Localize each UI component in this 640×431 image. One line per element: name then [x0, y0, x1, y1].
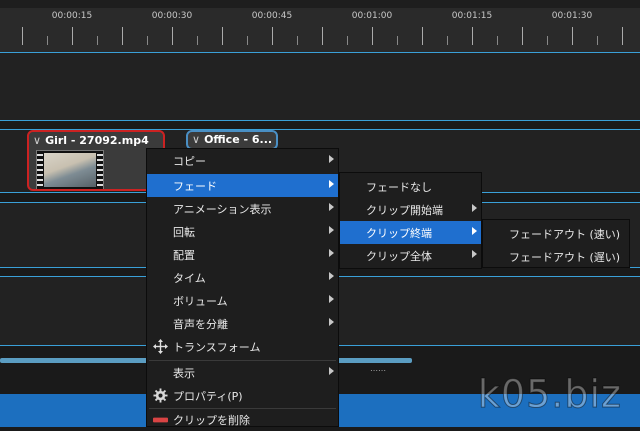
- ruler-major-tick: [522, 27, 523, 45]
- ruler-minor-tick: [297, 36, 298, 45]
- ruler-major-tick: [472, 27, 473, 45]
- submenu-arrow-icon: [329, 203, 334, 211]
- ruler-label: 00:01:30: [551, 11, 593, 21]
- ruler-major-tick: [222, 27, 223, 45]
- ruler-major-tick: [372, 27, 373, 45]
- ruler-minor-tick: [397, 36, 398, 45]
- menu-item-transform[interactable]: トランスフォーム: [147, 335, 338, 358]
- menu-item-copy[interactable]: コピー: [147, 149, 338, 172]
- ruler-major-tick: [572, 27, 573, 45]
- context-menu: コピー フェード アニメーション表示 回転 配置 タイム ボリューム 音声を分離…: [146, 148, 339, 427]
- submenu-item-clip-end[interactable]: クリップ終端: [340, 221, 481, 244]
- chevron-down-icon[interactable]: ∨: [33, 134, 41, 147]
- ruler-minor-tick: [497, 36, 498, 45]
- submenu-arrow-icon: [329, 155, 334, 163]
- ruler-minor-tick: [447, 36, 448, 45]
- submenu-item-fade-out-slow[interactable]: フェードアウト (遅い): [483, 245, 629, 268]
- timeline-ruler[interactable]: 00:00:15 00:00:30 00:00:45 00:01:00 00:0…: [0, 0, 640, 52]
- ruler-major-tick: [22, 27, 23, 45]
- ruler-label: 00:01:15: [451, 11, 493, 21]
- submenu-arrow-icon: [472, 204, 477, 212]
- menu-item-view[interactable]: 表示: [147, 361, 338, 384]
- clip-end-submenu: フェードアウト (速い) フェードアウト (遅い): [482, 219, 630, 268]
- menu-item-delete-clip[interactable]: クリップを削除: [147, 408, 338, 431]
- ruler-major-tick: [72, 27, 73, 45]
- menu-item-animation[interactable]: アニメーション表示: [147, 197, 338, 220]
- fade-submenu: フェードなし クリップ開始端 クリップ終端 クリップ全体: [339, 172, 482, 269]
- submenu-arrow-icon: [329, 180, 334, 188]
- watermark: k05.biz: [477, 372, 622, 417]
- delete-bar-icon: [153, 417, 168, 423]
- ruler-label: 00:00:15: [51, 11, 93, 21]
- ruler-major-tick: [622, 27, 623, 45]
- submenu-arrow-icon: [329, 249, 334, 257]
- ruler-minor-tick: [147, 36, 148, 45]
- thumbnail-image: [44, 153, 96, 187]
- menu-item-fade[interactable]: フェード: [147, 174, 338, 197]
- ruler-major-tick: [322, 27, 323, 45]
- submenu-arrow-icon: [329, 318, 334, 326]
- ruler-label: 00:00:30: [151, 11, 193, 21]
- menu-item-volume[interactable]: ボリューム: [147, 289, 338, 312]
- ruler-minor-tick: [197, 36, 198, 45]
- ruler-top-strip: [0, 0, 640, 8]
- ruler-minor-tick: [597, 36, 598, 45]
- ruler-minor-tick: [547, 36, 548, 45]
- submenu-arrow-icon: [329, 295, 334, 303]
- ruler-minor-tick: [347, 36, 348, 45]
- resize-grip-icon[interactable]: ⋯⋯: [370, 366, 386, 375]
- submenu-arrow-icon: [329, 226, 334, 234]
- filmstrip-edge: [97, 151, 103, 189]
- ruler-major-tick: [172, 27, 173, 45]
- submenu-arrow-icon: [472, 227, 477, 235]
- clip-thumbnail: [36, 150, 104, 189]
- submenu-item-whole-clip[interactable]: クリップ全体: [340, 244, 481, 267]
- ruler-label: 00:01:00: [351, 11, 393, 21]
- ruler-major-tick: [422, 27, 423, 45]
- gear-icon: [153, 388, 168, 403]
- submenu-item-no-fade[interactable]: フェードなし: [340, 175, 481, 198]
- menu-item-rotate[interactable]: 回転: [147, 220, 338, 243]
- menu-item-layout[interactable]: 配置: [147, 243, 338, 266]
- move-arrows-icon: [153, 339, 168, 354]
- menu-item-separate-audio[interactable]: 音声を分離: [147, 312, 338, 335]
- clip-title: ∨ Girl - 27092.mp4: [33, 134, 149, 147]
- ruler-minor-tick: [47, 36, 48, 45]
- submenu-arrow-icon: [329, 367, 334, 375]
- submenu-item-clip-start[interactable]: クリップ開始端: [340, 198, 481, 221]
- chevron-down-icon[interactable]: ∨: [192, 133, 200, 146]
- ruler-minor-tick: [247, 36, 248, 45]
- track-1[interactable]: [0, 52, 640, 121]
- submenu-item-fade-out-fast[interactable]: フェードアウト (速い): [483, 222, 629, 245]
- filmstrip-edge: [37, 151, 43, 189]
- menu-item-time[interactable]: タイム: [147, 266, 338, 289]
- submenu-arrow-icon: [472, 250, 477, 258]
- ruler-minor-tick: [97, 36, 98, 45]
- clip-girl[interactable]: ∨ Girl - 27092.mp4: [27, 130, 165, 191]
- clip-office[interactable]: ∨ Office - 6...: [186, 130, 278, 150]
- clip-title: ∨ Office - 6...: [192, 133, 273, 146]
- submenu-arrow-icon: [329, 272, 334, 280]
- menu-item-properties[interactable]: プロパティ(P): [147, 384, 338, 407]
- ruler-major-tick: [122, 27, 123, 45]
- ruler-major-tick: [272, 27, 273, 45]
- ruler-label: 00:00:45: [251, 11, 293, 21]
